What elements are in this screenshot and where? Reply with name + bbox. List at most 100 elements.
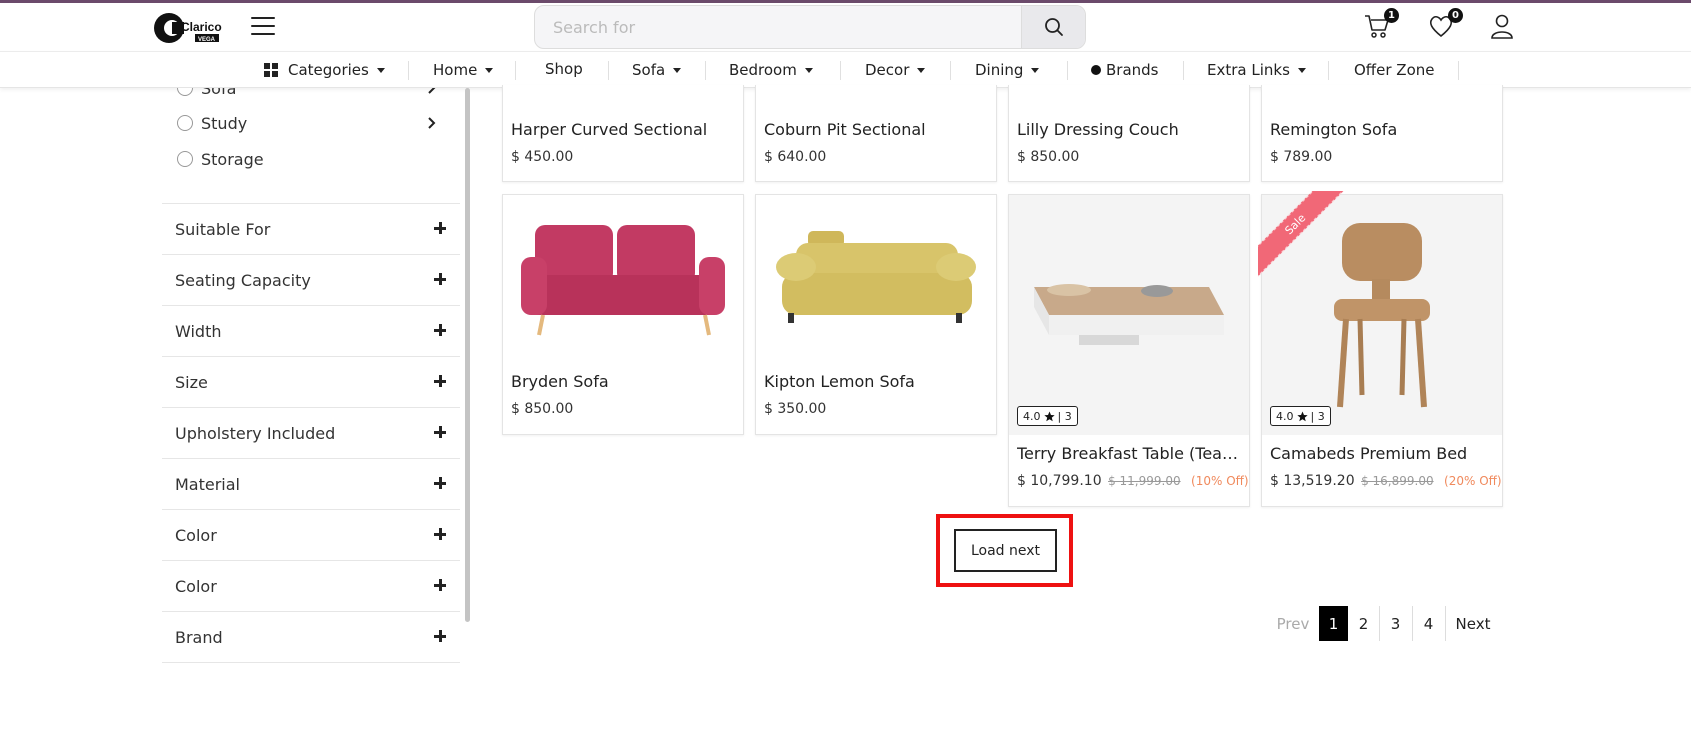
product-card[interactable]: Kipton Lemon Sofa $ 350.00 <box>755 194 997 435</box>
product-old-price: $ 11,999.00 <box>1108 474 1181 488</box>
plus-icon <box>434 630 446 642</box>
search-button[interactable] <box>1021 6 1085 48</box>
plus-icon <box>434 579 446 591</box>
caret-down-icon <box>673 67 682 73</box>
nav-bedroom-label: Bedroom <box>729 61 797 79</box>
facet-width[interactable]: Width <box>162 306 460 357</box>
caret-down-icon <box>485 67 494 73</box>
product-name[interactable]: Terry Breakfast Table (Teak... <box>1017 444 1245 463</box>
chevron-right-icon[interactable] <box>427 88 437 95</box>
facet-suitable-for[interactable]: Suitable For <box>162 204 460 255</box>
product-card[interactable]: Lilly Dressing Couch $ 850.00 <box>1008 85 1250 182</box>
category-option-study[interactable]: Study <box>177 108 447 138</box>
product-card[interactable]: 4.0 | 3 Terry Breakfast Table (Teak... $… <box>1008 194 1250 507</box>
facet-label: Suitable For <box>175 219 271 239</box>
pagination-page-1[interactable]: 1 <box>1319 606 1348 641</box>
pagination-next[interactable]: Next <box>1447 606 1499 641</box>
facet-color[interactable]: Color <box>162 510 460 561</box>
product-name[interactable]: Camabeds Premium Bed <box>1270 444 1498 463</box>
product-name[interactable]: Remington Sofa <box>1270 120 1397 139</box>
wishlist-button[interactable]: 0 <box>1427 8 1463 42</box>
category-option-storage[interactable]: Storage <box>177 144 447 174</box>
nav-extra-links[interactable]: Extra Links <box>1207 52 1306 88</box>
product-card[interactable]: Bryden Sofa $ 850.00 <box>502 194 744 435</box>
account-button[interactable] <box>1488 12 1518 42</box>
pink-sofa-image <box>521 225 725 336</box>
rating-value: 4.0 <box>1276 409 1294 423</box>
sidebar-scrollbar[interactable] <box>465 88 470 622</box>
product-card[interactable]: Sale 4.0 | 3 Camabeds Premium Bed $ 13,5… <box>1258 191 1503 507</box>
product-card[interactable]: Harper Curved Sectional $ 450.00 <box>502 85 744 182</box>
caret-down-icon <box>1031 67 1040 73</box>
nav-categories[interactable]: Categories <box>264 52 385 88</box>
category-option-sofa[interactable]: Sofa <box>177 88 447 103</box>
nav-divider <box>408 61 409 80</box>
nav-brands[interactable]: Brands <box>1091 52 1159 88</box>
star-icon <box>1043 410 1055 421</box>
facet-label: Color <box>175 576 217 596</box>
search-bar <box>534 5 1086 49</box>
product-name[interactable]: Harper Curved Sectional <box>511 120 707 139</box>
site-logo[interactable]: Clarico VEGA <box>153 11 225 45</box>
product-price-group: $ 13,519.20 $ 16,899.00 (20% Off) <box>1270 473 1502 489</box>
facet-label: Size <box>175 372 208 392</box>
product-image[interactable] <box>756 195 996 365</box>
nav-dining[interactable]: Dining <box>975 52 1040 88</box>
hamburger-line <box>251 25 275 27</box>
nav-home-label: Home <box>433 61 478 79</box>
facet-color-2[interactable]: Color <box>162 561 460 612</box>
nav-divider <box>840 61 841 80</box>
nav-home[interactable]: Home <box>433 52 494 88</box>
product-image[interactable] <box>1009 195 1249 435</box>
pagination-page-3[interactable]: 3 <box>1381 606 1410 641</box>
facet-seating-capacity[interactable]: Seating Capacity <box>162 255 460 306</box>
facet-material[interactable]: Material <box>162 459 460 510</box>
rating-badge: 4.0 | 3 <box>1270 406 1331 426</box>
nav-categories-label: Categories <box>288 61 369 79</box>
radio-button[interactable] <box>177 88 193 96</box>
plus-icon <box>434 375 446 387</box>
product-card[interactable]: Remington Sofa $ 789.00 <box>1261 85 1503 182</box>
star-icon <box>1296 410 1308 421</box>
nav-brands-label: Brands <box>1106 61 1159 79</box>
product-name[interactable]: Coburn Pit Sectional <box>764 120 926 139</box>
grid-icon <box>264 63 278 77</box>
pagination-prev[interactable]: Prev <box>1268 606 1318 641</box>
menu-toggle-button[interactable] <box>251 17 275 37</box>
cart-button[interactable]: 1 <box>1363 8 1399 42</box>
search-input[interactable] <box>535 6 1021 48</box>
review-count: | 3 <box>1310 409 1325 423</box>
product-name[interactable]: Bryden Sofa <box>511 372 609 391</box>
nav-divider <box>1183 61 1184 80</box>
product-name[interactable]: Lilly Dressing Couch <box>1017 120 1179 139</box>
product-image[interactable] <box>503 195 743 365</box>
facet-brand[interactable]: Brand <box>162 612 460 663</box>
yellow-sofa-image <box>776 231 976 323</box>
user-icon <box>1491 14 1513 39</box>
product-card[interactable]: Coburn Pit Sectional $ 640.00 <box>755 85 997 182</box>
nav-decor-label: Decor <box>865 61 910 79</box>
nav-sofa[interactable]: Sofa <box>632 52 682 88</box>
product-name[interactable]: Kipton Lemon Sofa <box>764 372 915 391</box>
nav-bedroom[interactable]: Bedroom <box>729 52 813 88</box>
bed-image <box>1034 284 1224 345</box>
nav-offer-zone[interactable]: Offer Zone <box>1354 52 1435 88</box>
chevron-right-icon[interactable] <box>427 116 437 130</box>
category-label: Storage <box>201 149 264 169</box>
wishlist-count-badge: 0 <box>1448 8 1463 23</box>
product-price-group: $ 10,799.10 $ 11,999.00 (10% Off) <box>1017 473 1249 489</box>
brands-dot-icon <box>1091 65 1101 75</box>
load-next-button[interactable]: Load next <box>954 529 1057 572</box>
caret-down-icon <box>376 67 385 73</box>
nav-shop[interactable]: Shop <box>531 52 597 88</box>
facet-label: Color <box>175 525 217 545</box>
facet-size[interactable]: Size <box>162 357 460 408</box>
radio-button[interactable] <box>177 151 193 167</box>
nav-decor[interactable]: Decor <box>865 52 926 88</box>
nav-dining-label: Dining <box>975 61 1024 79</box>
radio-button[interactable] <box>177 115 193 131</box>
facet-upholstery-included[interactable]: Upholstery Included <box>162 408 460 459</box>
pagination-page-2[interactable]: 2 <box>1349 606 1378 641</box>
nav-divider <box>1458 61 1459 80</box>
pagination-page-4[interactable]: 4 <box>1414 606 1443 641</box>
